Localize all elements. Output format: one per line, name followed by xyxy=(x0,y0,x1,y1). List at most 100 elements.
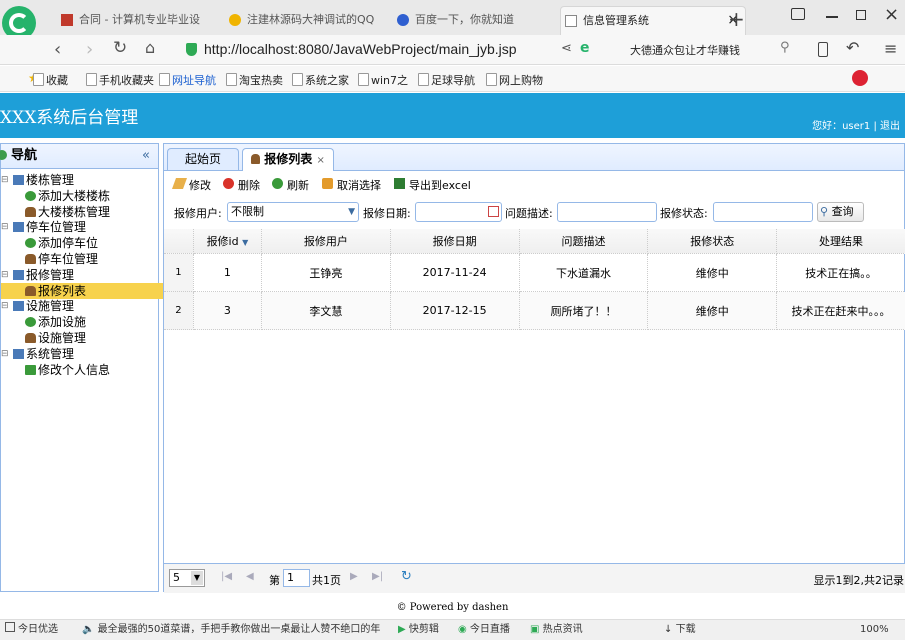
address-bar[interactable]: http://localhost:8080/JavaWebProject/mai… xyxy=(180,38,560,61)
delete-button[interactable]: 删除 xyxy=(223,177,260,193)
state-filter-label: 报修状态: xyxy=(660,207,708,220)
search-box[interactable]: 大德通众包让才华赚钱 xyxy=(630,42,800,58)
status-item[interactable]: ▣ 热点资讯 xyxy=(530,620,583,640)
browser-tab[interactable]: 百度一下，你就知道 xyxy=(393,6,580,35)
minimize-icon[interactable] xyxy=(826,16,838,18)
grid-pager: 5 ▼ |◀ ◀ 第 1 共1页 ▶ ▶| ↻ 显示1到2,共2记录 xyxy=(164,563,905,593)
tree-folder[interactable]: ⊟ 系统管理 xyxy=(1,346,74,362)
tab-home[interactable]: 起始页 xyxy=(167,148,239,170)
bookmark-item[interactable]: 网址导航 xyxy=(159,72,216,88)
phone-icon[interactable] xyxy=(818,42,828,57)
tree-item[interactable]: 添加设施 xyxy=(13,314,86,330)
share-icon[interactable]: ⋖ xyxy=(561,41,572,56)
reload-icon[interactable]: ↻ xyxy=(113,38,127,58)
tree-item[interactable]: 停车位管理 xyxy=(13,251,98,267)
tree-toggle-icon[interactable]: ⊟ xyxy=(1,346,9,362)
last-page-icon[interactable]: ▶| xyxy=(372,571,383,582)
column-header[interactable]: 问题描述 xyxy=(519,229,649,254)
column-header[interactable]: 处理结果 xyxy=(776,229,905,254)
collapse-sidebar-icon[interactable]: « xyxy=(142,144,150,168)
bookmark-item[interactable]: 手机收藏夹 xyxy=(86,72,154,88)
forward-icon[interactable]: › xyxy=(86,39,93,60)
home-icon[interactable]: ⌂ xyxy=(145,38,155,57)
status-item[interactable]: ▶ 快剪辑 xyxy=(398,620,439,640)
tree-toggle-icon[interactable]: ⊟ xyxy=(1,267,9,283)
welcome-logout-link[interactable]: 您好：user1 | 退出 xyxy=(812,117,900,132)
tree-folder[interactable]: ⊟ 设施管理 xyxy=(1,298,74,314)
browser-tab-active[interactable]: 信息管理系统 × xyxy=(560,6,746,36)
menu-icon[interactable]: ≡ xyxy=(884,39,897,58)
bookmark-item[interactable]: 足球导航 xyxy=(418,72,475,88)
back-icon[interactable]: ‹ xyxy=(54,39,61,60)
tree-item[interactable]: 修改个人信息 xyxy=(13,362,110,378)
tree-folder[interactable]: ⊟ 楼栋管理 xyxy=(1,172,74,188)
add-icon xyxy=(25,238,36,249)
close-window-icon[interactable]: × xyxy=(884,4,899,25)
tab-repair-list[interactable]: 报修列表 × xyxy=(242,148,334,171)
table-header-row: 报修id ▼ 报修用户 报修日期 问题描述 报修状态 处理结果 xyxy=(164,229,905,254)
prev-page-icon[interactable]: ◀ xyxy=(246,571,254,582)
bookmark-item[interactable]: 淘宝热卖 xyxy=(226,72,283,88)
document-icon xyxy=(565,15,577,27)
state-filter-input[interactable] xyxy=(713,202,813,222)
tree-toggle-icon[interactable]: ⊟ xyxy=(1,219,9,235)
search-form: 报修用户: 不限制 ▼ 报修日期: 问题描述: 报修状态: ⚲ 查询 xyxy=(164,200,905,224)
bookmark-item[interactable]: 网上购物 xyxy=(486,72,543,88)
tree-toggle-icon[interactable]: ⊟ xyxy=(1,298,9,314)
column-header[interactable]: 报修日期 xyxy=(390,229,520,254)
export-excel-button[interactable]: 导出到excel xyxy=(394,177,471,193)
extension-icon[interactable] xyxy=(852,70,868,86)
page-number-input[interactable]: 1 xyxy=(283,569,310,587)
navigation-sidebar: 导航 « ⊟ 楼栋管理 添加大楼楼栋 大楼楼栋管理 ⊟ 停车位管理 添加停车位 停车位管理 ⊟ 报… xyxy=(0,143,172,592)
cancel-selection-button[interactable]: 取消选择 xyxy=(322,177,381,193)
bookmark-item[interactable]: 系统之家 xyxy=(292,72,349,88)
close-tab-icon[interactable]: × xyxy=(317,155,325,166)
new-tab-icon[interactable]: + xyxy=(728,7,745,31)
tree-folder[interactable]: ⊟ 停车位管理 xyxy=(1,219,86,235)
table-row[interactable]: 2 3 李文慧 2017-12-15 厕所堵了！！ 维修中 技术正在赶来中。。。 xyxy=(164,291,905,330)
tree-item[interactable]: 添加停车位 xyxy=(13,235,98,251)
tree-item[interactable]: 设施管理 xyxy=(13,330,86,346)
tree-label: 系统管理 xyxy=(26,346,75,361)
search-icon[interactable]: ⚲ xyxy=(780,40,790,55)
shirt-icon[interactable] xyxy=(791,8,805,20)
repair-data-grid: 报修id ▼ 报修用户 报修日期 问题描述 报修状态 处理结果 1 1 王铮亮 … xyxy=(164,229,905,330)
column-header[interactable]: 报修用户 xyxy=(261,229,391,254)
monitor-icon xyxy=(13,269,24,280)
user-filter-select[interactable]: 不限制 ▼ xyxy=(227,202,359,222)
download-link[interactable]: ↓ 下载 xyxy=(664,620,696,640)
undo-icon[interactable]: ↶ xyxy=(846,38,859,57)
desc-filter-input[interactable] xyxy=(557,202,657,222)
query-button[interactable]: ⚲ 查询 xyxy=(817,202,864,222)
first-page-icon[interactable]: |◀ xyxy=(221,571,232,582)
column-header[interactable]: 报修id ▼ xyxy=(193,229,263,254)
tree-item[interactable]: 添加大楼楼栋 xyxy=(13,188,110,204)
date-filter-input[interactable] xyxy=(415,202,502,222)
main-panel: 起始页 报修列表 × 修改 删除 刷新 取消选择 导出到excel 报修用户: … xyxy=(163,143,905,593)
bookmarks-bar: ★ 收藏 手机收藏夹 网址导航 淘宝热卖 系统之家 win7之 足球导航 网上购… xyxy=(0,66,905,92)
next-page-icon[interactable]: ▶ xyxy=(350,571,358,582)
tree-item[interactable]: 大楼楼栋管理 xyxy=(13,204,110,220)
refresh-button[interactable]: 刷新 xyxy=(272,177,309,193)
zoom-level[interactable]: 100% xyxy=(860,620,889,640)
tree-folder[interactable]: ⊟ 报修管理 xyxy=(1,267,74,283)
bookmark-item[interactable]: win7之 xyxy=(358,72,408,88)
ie-mode-icon[interactable]: e xyxy=(580,40,590,56)
browser-tab[interactable]: 合同 - 计算机专业毕业设 xyxy=(57,6,244,35)
maximize-icon[interactable] xyxy=(856,10,866,20)
tree-item[interactable]: 报修列表 xyxy=(1,282,172,299)
status-item[interactable]: 今日优选 xyxy=(5,620,58,640)
page-size-select[interactable]: 5 ▼ xyxy=(169,569,205,587)
table-row[interactable]: 1 1 王铮亮 2017-11-24 下水道漏水 维修中 技术正在搞。。 xyxy=(164,253,905,292)
tree-label: 添加停车位 xyxy=(38,236,99,251)
monitor-icon xyxy=(13,301,24,312)
add-icon xyxy=(25,190,36,201)
news-ticker[interactable]: 🔈 最全最强的50道菜谱，手把手教你做出一桌最让人赞不绝口的年 xyxy=(82,620,394,640)
bookmark-item[interactable]: 收藏 xyxy=(33,72,68,88)
browser-tab[interactable]: 注建林源码大神调试的QQ xyxy=(225,6,412,35)
column-header[interactable]: 报修状态 xyxy=(647,229,778,254)
reload-icon[interactable]: ↻ xyxy=(401,569,412,584)
edit-button[interactable]: 修改 xyxy=(171,177,211,193)
status-item[interactable]: ◉ 今日直播 xyxy=(458,620,510,640)
tree-toggle-icon[interactable]: ⊟ xyxy=(1,172,9,188)
